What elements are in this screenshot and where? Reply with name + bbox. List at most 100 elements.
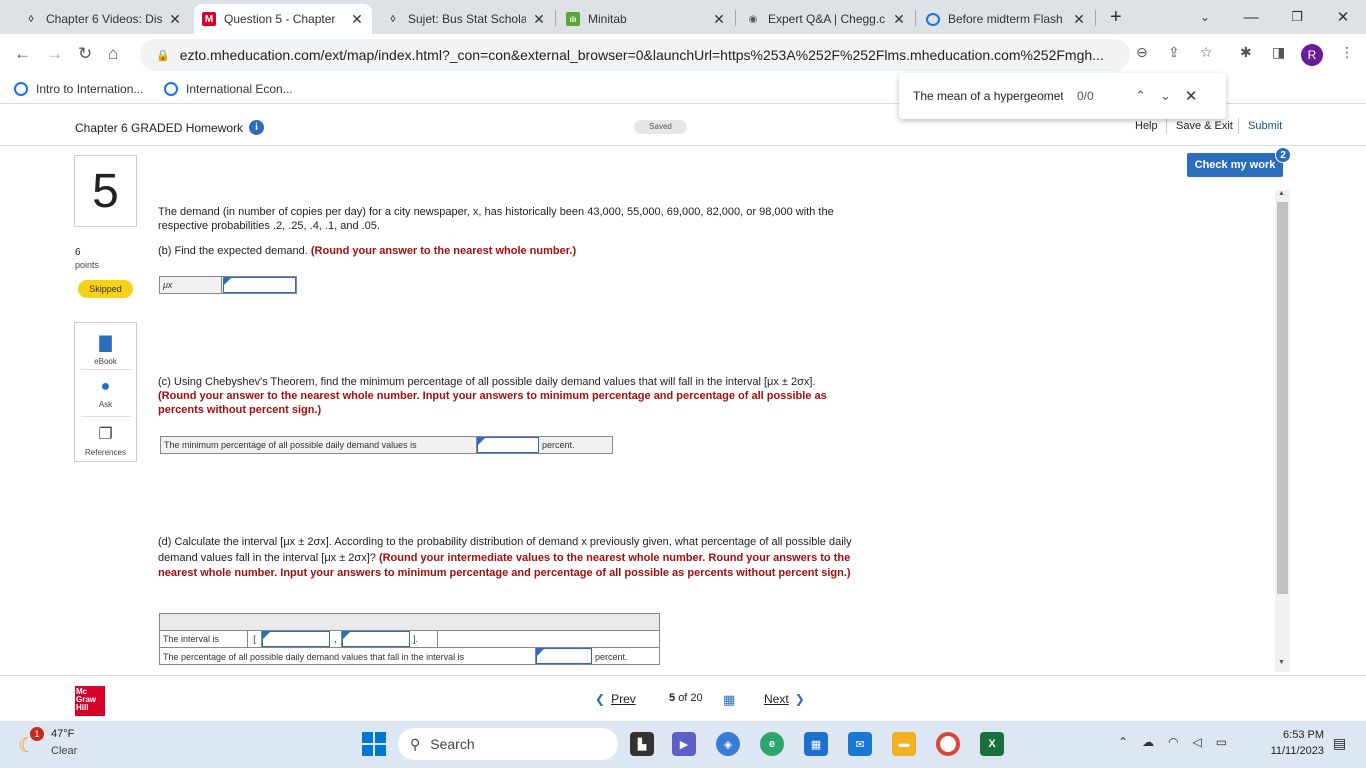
mail-icon[interactable]: ✉ xyxy=(848,732,872,756)
close-tab-icon[interactable]: ✕ xyxy=(168,11,182,28)
close-tab-icon[interactable]: ✕ xyxy=(350,11,364,28)
new-tab-button[interactable]: + xyxy=(1110,6,1122,29)
system-tray: ⌃ ☁ ◠ ◁ ▭ xyxy=(1118,735,1227,749)
info-icon[interactable]: i xyxy=(249,120,265,135)
close-tab-icon[interactable]: ✕ xyxy=(532,11,546,28)
find-input[interactable]: The mean of a hypergeomet xyxy=(913,89,1063,103)
excel-icon[interactable]: X xyxy=(980,732,1004,756)
menu-kebab-icon[interactable]: ⋮ xyxy=(1340,44,1354,61)
bookmark-label: International Econ... xyxy=(186,82,293,96)
close-bracket: ]. xyxy=(410,631,438,647)
min-percentage-label: The minimum percentage of all possible d… xyxy=(161,437,477,453)
submit-link[interactable]: Submit xyxy=(1248,120,1282,132)
browser-toolbar: ← → ↻ ⌂ 🔒 ezto.mheducation.com/ext/map/i… xyxy=(0,34,1366,98)
assignment-title-text: Chapter 6 GRADED Homework xyxy=(75,120,244,135)
tab-separator xyxy=(555,10,556,26)
temperature: 47°F xyxy=(51,728,75,740)
ask-tool[interactable]: ● Ask xyxy=(75,378,136,409)
side-panel-icon[interactable]: ◨ xyxy=(1272,44,1285,61)
expected-demand-input[interactable] xyxy=(223,277,296,293)
wifi-icon[interactable]: ◠ xyxy=(1168,735,1178,749)
save-exit-link[interactable]: Save & Exit xyxy=(1176,120,1233,132)
file-explorer-icon[interactable]: ▬ xyxy=(892,732,916,756)
taskbar-search[interactable]: ⚲ Search xyxy=(398,728,618,760)
task-view-icon[interactable]: ▙ xyxy=(630,732,654,756)
chevron-up-icon[interactable]: ⌃ xyxy=(1118,735,1128,749)
tab-expert-qa-chegg[interactable]: ◉ Expert Q&A | Chegg.c ✕ xyxy=(738,4,914,34)
interval-lower-input[interactable] xyxy=(262,631,330,647)
close-window-icon[interactable]: ✕ xyxy=(1320,8,1366,26)
tab-chapter-6-videos[interactable]: ◊ Chapter 6 Videos: Dis ✕ xyxy=(16,4,190,34)
min-percentage-input[interactable] xyxy=(477,437,539,453)
scroll-down-arrow-icon[interactable]: ▼ xyxy=(1278,659,1285,666)
percentage-in-interval-input[interactable] xyxy=(536,648,592,664)
references-tool[interactable]: ❐ References xyxy=(75,424,136,457)
scrollbar-thumb[interactable] xyxy=(1277,202,1288,594)
find-bar: The mean of a hypergeomet 0/0 ⌃ ⌄ ✕ xyxy=(899,73,1226,119)
back-icon[interactable]: ← xyxy=(14,44,31,64)
chat-bubble-icon: ● xyxy=(100,378,111,395)
ebook-label: eBook xyxy=(94,357,117,366)
bookmark-intro-international[interactable]: Intro to Internation... xyxy=(14,82,143,96)
microsoft-store-icon[interactable]: ▦ xyxy=(804,732,828,756)
chrome-icon[interactable] xyxy=(936,732,960,756)
minimize-icon[interactable]: — xyxy=(1228,9,1274,26)
next-button[interactable]: Next ❯ xyxy=(764,692,805,706)
notification-center-icon[interactable]: ▤ xyxy=(1333,735,1346,752)
close-tab-icon[interactable]: ✕ xyxy=(892,11,906,28)
profile-avatar[interactable]: R xyxy=(1301,44,1323,66)
restore-icon[interactable]: ❐ xyxy=(1274,9,1320,25)
grid-view-icon[interactable]: ▦ xyxy=(723,692,735,708)
home-icon[interactable]: ⌂ xyxy=(108,44,118,64)
address-bar[interactable]: 🔒 ezto.mheducation.com/ext/map/index.htm… xyxy=(140,39,1130,71)
find-count: 0/0 xyxy=(1077,89,1094,103)
percentage-row: The percentage of all possible daily dem… xyxy=(160,648,659,665)
chevron-left-icon: ❮ xyxy=(595,692,606,706)
forward-icon[interactable]: → xyxy=(46,44,63,64)
check-my-work-button[interactable]: Check my work xyxy=(1187,153,1283,177)
extensions-icon[interactable]: ✱ xyxy=(1240,44,1252,61)
teams-chat-icon[interactable]: ▶ xyxy=(672,732,696,756)
book-icon: ▇ xyxy=(99,335,112,352)
copilot-icon[interactable]: ◈ xyxy=(716,732,740,756)
tab-before-midterm[interactable]: Before midterm Flash ✕ xyxy=(918,4,1094,34)
edge-icon[interactable]: e xyxy=(760,732,784,756)
ebook-tool[interactable]: ▇ eBook xyxy=(75,333,136,366)
windows-taskbar: ☾ 1 47°F Clear ⚲ Search ▙ ▶ ◈ e ▦ ✉ ▬ X … xyxy=(0,721,1366,768)
tab-minitab[interactable]: ılı Minitab ✕ xyxy=(558,4,734,34)
prev-button[interactable]: ❮ Prev xyxy=(595,692,636,706)
scroll-up-arrow-icon[interactable]: ▲ xyxy=(1278,190,1285,197)
bookmark-star-icon[interactable]: ☆ xyxy=(1200,44,1213,61)
part-b-prompt: (b) Find the expected demand. (Round you… xyxy=(158,244,868,258)
interval-upper-input[interactable] xyxy=(342,631,410,647)
bookmark-international-econ[interactable]: International Econ... xyxy=(164,82,293,96)
close-find-icon[interactable]: ✕ xyxy=(1185,87,1198,105)
close-tab-icon[interactable]: ✕ xyxy=(1072,11,1086,28)
chevron-up-icon[interactable]: ⌃ xyxy=(1135,88,1146,104)
reload-icon[interactable]: ↻ xyxy=(78,44,92,64)
comma: , xyxy=(330,631,342,647)
tab-sujet-bus-stat[interactable]: ◊ Sujet: Bus Stat Schola ✕ xyxy=(378,4,554,34)
windows-start-icon[interactable] xyxy=(362,732,386,756)
close-tab-icon[interactable]: ✕ xyxy=(712,11,726,28)
ask-label: Ask xyxy=(98,400,113,409)
chevron-down-icon[interactable]: ⌄ xyxy=(1160,88,1171,104)
battery-icon[interactable]: ▭ xyxy=(1216,735,1227,749)
d2l-icon: ◊ xyxy=(28,13,34,25)
tab-strip: ◊ Chapter 6 Videos: Dis ✕ M Question 5 -… xyxy=(0,0,1366,34)
onedrive-icon[interactable]: ☁ xyxy=(1142,735,1154,749)
clock[interactable]: 6:53 PM 11/11/2023 xyxy=(1258,729,1324,757)
volume-icon[interactable]: ◁ xyxy=(1193,735,1202,749)
zoom-icon[interactable]: ⊖ xyxy=(1136,44,1148,61)
percentage-in-interval-label: The percentage of all possible daily dem… xyxy=(160,648,536,665)
minitab-icon: ılı xyxy=(566,12,580,26)
window-controls: ⌄ — ❐ ✕ xyxy=(1182,0,1366,34)
tab-question-5[interactable]: M Question 5 - Chapter ✕ xyxy=(194,4,372,34)
interval-row: The interval is [ , ]. xyxy=(160,631,659,648)
help-link[interactable]: Help xyxy=(1135,120,1158,132)
mu-x-label: μx xyxy=(160,277,222,293)
tab-title: Chapter 6 Videos: Dis xyxy=(46,12,162,26)
lock-icon[interactable]: 🔒 xyxy=(156,49,170,62)
share-icon[interactable]: ⇪ xyxy=(1168,44,1180,61)
tab-search-icon[interactable]: ⌄ xyxy=(1182,10,1228,24)
